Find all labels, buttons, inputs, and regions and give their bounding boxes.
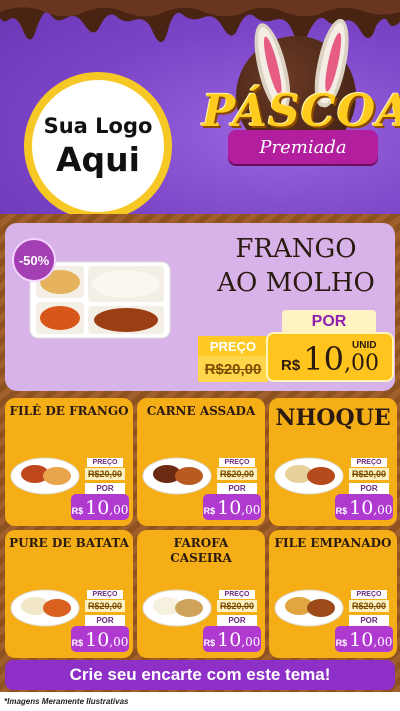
product-image	[10, 589, 80, 627]
preco-label: PREÇO	[87, 590, 123, 599]
product-title: FAROFA CASEIRA	[170, 536, 232, 565]
cta-button[interactable]: Crie seu encarte com este tema!	[5, 660, 395, 690]
price-tag: R$ 10,00	[71, 626, 129, 652]
product-title: CARNE ASSADA	[146, 404, 256, 418]
old-price: R$20,00	[85, 600, 125, 612]
flyer-page: Sua Logo Aqui PÁSCOA Premiada -50% FRANG…	[0, 0, 400, 711]
header-banner: Sua Logo Aqui PÁSCOA Premiada	[0, 0, 400, 222]
old-price: R$20,00	[349, 600, 389, 612]
preco-label: PREÇO	[351, 590, 387, 599]
logo-text-line1: Sua Logo	[43, 113, 153, 138]
hero-preco-label: PREÇO	[198, 336, 268, 356]
product-card: CARNE ASSADA PREÇO R$20,00 POR R$ 10,00	[137, 398, 265, 526]
hero-unit-label: UNID	[352, 340, 377, 351]
hero-por-label: POR	[282, 310, 376, 334]
por-label: POR	[217, 615, 257, 626]
product-card: NHOQUE PREÇO R$20,00 POR R$ 10,00	[269, 398, 397, 526]
logo-text-line2: Aqui	[56, 139, 140, 179]
product-card: FILE EMPANADO PREÇO R$20,00 POR R$ 10,00	[269, 530, 397, 658]
hero-product-title: FRANGO AO MOLHO	[217, 234, 375, 298]
por-label: POR	[85, 615, 125, 626]
product-image	[142, 457, 212, 495]
por-label: POR	[349, 615, 389, 626]
por-label: POR	[85, 483, 125, 494]
preco-label: PREÇO	[219, 590, 255, 599]
product-image	[10, 457, 80, 495]
product-card: FILÉ DE FRANGO PREÇO R$20,00 POR R$ 10,00	[5, 398, 133, 526]
product-card: FAROFA CASEIRA PREÇO R$20,00 POR R$ 10,00	[137, 530, 265, 658]
preco-label: PREÇO	[87, 458, 123, 467]
product-image	[274, 589, 344, 627]
product-title: PURE DE BATATA	[9, 536, 129, 550]
product-image	[274, 457, 344, 495]
brand-subtitle-band: Premiada	[228, 130, 378, 164]
product-title: FILÉ DE FRANGO	[9, 404, 129, 418]
product-title: NHOQUE	[275, 405, 391, 431]
brand-subtitle: Premiada	[259, 136, 347, 158]
product-image	[142, 589, 212, 627]
price-tag: R$ 10,00	[203, 626, 261, 652]
por-label: POR	[349, 483, 389, 494]
price-tag: R$ 10,00	[335, 494, 393, 520]
product-title: FILE EMPANADO	[274, 536, 392, 550]
price-tag: R$ 10,00	[203, 494, 261, 520]
old-price: R$20,00	[85, 468, 125, 480]
old-price: R$20,00	[217, 600, 257, 612]
footnote-text: *Imagens Meramente Ilustrativas	[4, 697, 129, 706]
old-price: R$20,00	[217, 468, 257, 480]
price-tag: R$ 10,00	[71, 494, 129, 520]
price-tag: R$ 10,00	[335, 626, 393, 652]
por-label: POR	[217, 483, 257, 494]
product-card: PURE DE BATATA PREÇO R$20,00 POR R$ 10,00	[5, 530, 133, 658]
hero-old-price: R$20,00	[198, 356, 268, 382]
preco-label: PREÇO	[219, 458, 255, 467]
discount-badge: -50%	[12, 238, 56, 282]
old-price: R$20,00	[349, 468, 389, 480]
preco-label: PREÇO	[351, 458, 387, 467]
logo-placeholder: Sua Logo Aqui	[24, 72, 172, 220]
